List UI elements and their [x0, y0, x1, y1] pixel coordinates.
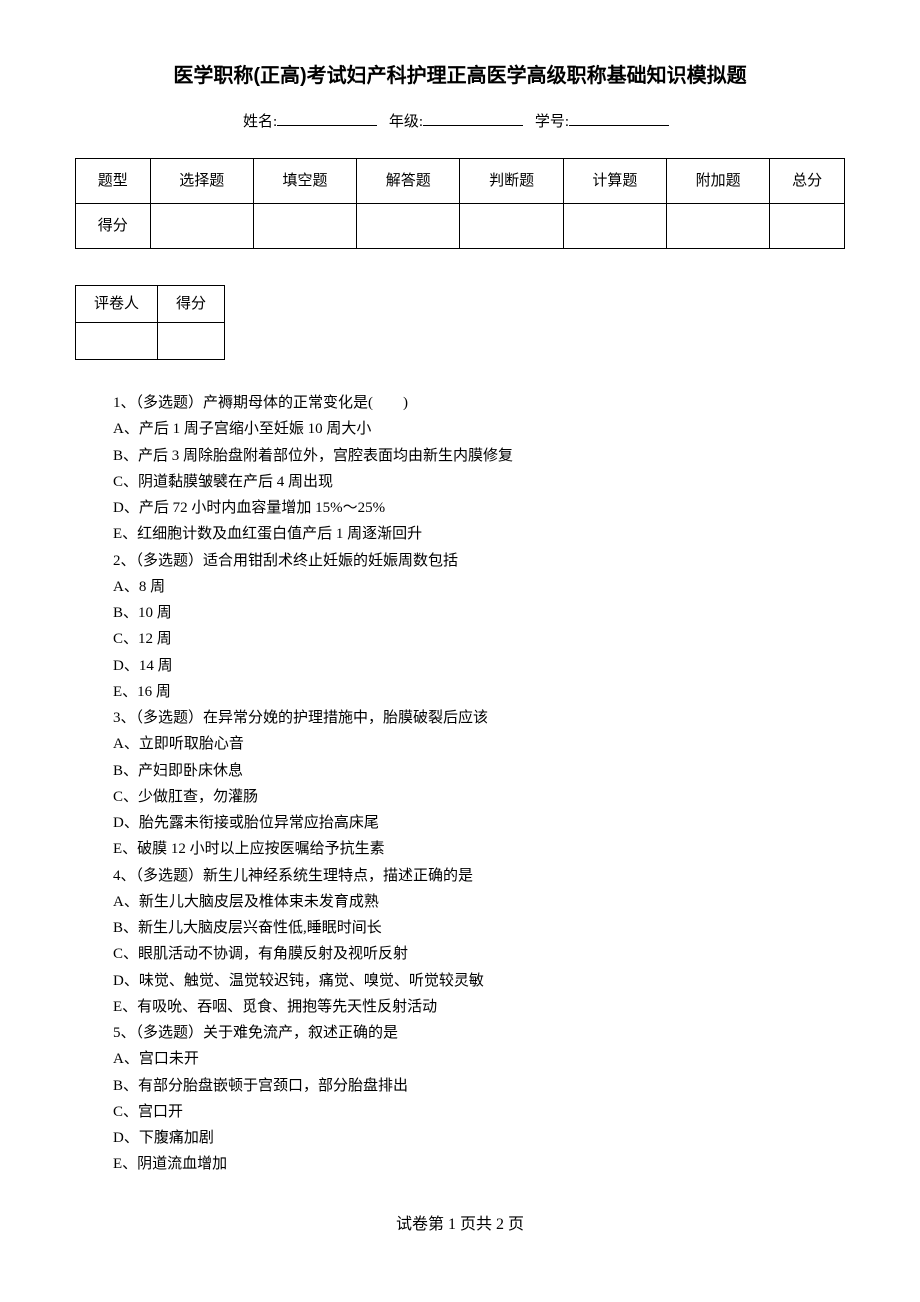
grader-label: 评卷人: [76, 286, 158, 323]
id-blank[interactable]: [569, 110, 669, 126]
header-cell: 解答题: [357, 159, 460, 204]
question-line: C、宫口开: [113, 1099, 845, 1125]
score-cell[interactable]: [667, 204, 770, 249]
score-label-cell: 得分: [76, 204, 151, 249]
grader-score-label: 得分: [158, 286, 225, 323]
question-line: E、红细胞计数及血红蛋白值产后 1 周逐渐回升: [113, 521, 845, 547]
score-cell[interactable]: [150, 204, 253, 249]
question-line: E、破膜 12 小时以上应按医嘱给予抗生素: [113, 836, 845, 862]
question-line: D、产后 72 小时内血容量增加 15%～25%: [113, 495, 845, 521]
question-line: B、有部分胎盘嵌顿于宫颈口，部分胎盘排出: [113, 1073, 845, 1099]
question-line: B、产后 3 周除胎盘附着部位外，宫腔表面均由新生内膜修复: [113, 443, 845, 469]
question-line: D、味觉、触觉、温觉较迟钝，痛觉、嗅觉、听觉较灵敏: [113, 968, 845, 994]
header-cell: 选择题: [150, 159, 253, 204]
name-blank[interactable]: [277, 110, 377, 126]
question-line: C、阴道黏膜皱襞在产后 4 周出现: [113, 469, 845, 495]
question-line: C、12 周: [113, 626, 845, 652]
page-title: 医学职称(正高)考试妇产科护理正高医学高级职称基础知识模拟题: [75, 60, 845, 92]
page-footer: 试卷第 1 页共 2 页: [75, 1212, 845, 1238]
grade-label: 年级:: [389, 114, 423, 130]
grader-cell[interactable]: [76, 323, 158, 360]
grader-table: 评卷人 得分: [75, 285, 225, 360]
table-row: 得分: [76, 204, 845, 249]
score-cell[interactable]: [770, 204, 845, 249]
table-row: 评卷人 得分: [76, 286, 225, 323]
question-line: 2、（多选题）适合用钳刮术终止妊娠的妊娠周数包括: [113, 548, 845, 574]
question-line: A、新生儿大脑皮层及椎体束未发育成熟: [113, 889, 845, 915]
score-cell[interactable]: [357, 204, 460, 249]
grader-score-cell[interactable]: [158, 323, 225, 360]
question-line: E、16 周: [113, 679, 845, 705]
question-line: 1、（多选题）产褥期母体的正常变化是( ): [113, 390, 845, 416]
grade-blank[interactable]: [423, 110, 523, 126]
question-line: A、宫口未开: [113, 1046, 845, 1072]
table-row: 题型 选择题 填空题 解答题 判断题 计算题 附加题 总分: [76, 159, 845, 204]
question-line: B、10 周: [113, 600, 845, 626]
question-line: A、产后 1 周子宫缩小至妊娠 10 周大小: [113, 416, 845, 442]
question-line: D、胎先露未衔接或胎位异常应抬高床尾: [113, 810, 845, 836]
header-cell: 填空题: [253, 159, 356, 204]
id-label: 学号:: [535, 114, 569, 130]
question-line: C、少做肛查，勿灌肠: [113, 784, 845, 810]
name-label: 姓名:: [243, 114, 277, 130]
score-table: 题型 选择题 填空题 解答题 判断题 计算题 附加题 总分 得分: [75, 158, 845, 249]
header-cell: 附加题: [667, 159, 770, 204]
question-line: B、产妇即卧床休息: [113, 758, 845, 784]
question-line: B、新生儿大脑皮层兴奋性低,睡眠时间长: [113, 915, 845, 941]
score-cell[interactable]: [253, 204, 356, 249]
score-cell[interactable]: [563, 204, 666, 249]
header-cell: 题型: [76, 159, 151, 204]
questions-block: 1、（多选题）产褥期母体的正常变化是( ) A、产后 1 周子宫缩小至妊娠 10…: [113, 390, 845, 1178]
question-line: 5、（多选题）关于难免流产，叙述正确的是: [113, 1020, 845, 1046]
question-line: A、立即听取胎心音: [113, 731, 845, 757]
question-line: E、有吸吮、吞咽、觅食、拥抱等先天性反射活动: [113, 994, 845, 1020]
header-cell: 总分: [770, 159, 845, 204]
student-info-row: 姓名: 年级: 学号:: [75, 110, 845, 134]
question-line: 3、（多选题）在异常分娩的护理措施中，胎膜破裂后应该: [113, 705, 845, 731]
question-line: C、眼肌活动不协调，有角膜反射及视听反射: [113, 941, 845, 967]
header-cell: 判断题: [460, 159, 563, 204]
score-cell[interactable]: [460, 204, 563, 249]
question-line: 4、（多选题）新生儿神经系统生理特点，描述正确的是: [113, 863, 845, 889]
header-cell: 计算题: [563, 159, 666, 204]
question-line: A、8 周: [113, 574, 845, 600]
question-line: D、下腹痛加剧: [113, 1125, 845, 1151]
table-row: [76, 323, 225, 360]
question-line: D、14 周: [113, 653, 845, 679]
question-line: E、阴道流血增加: [113, 1151, 845, 1177]
